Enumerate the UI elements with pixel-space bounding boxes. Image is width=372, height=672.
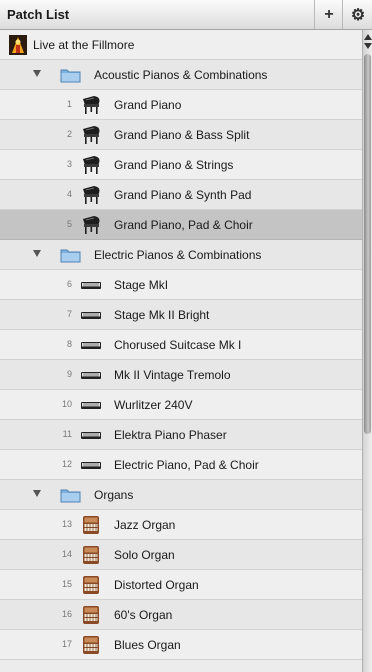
folder-icon [60, 247, 81, 263]
patch-number: 7 [66, 309, 72, 319]
patch-number: 1 [66, 99, 72, 109]
grand-piano-icon [80, 95, 102, 115]
action-menu-button[interactable]: ⚙ [342, 0, 372, 29]
patch-label: Mk II Vintage Tremolo [114, 368, 231, 382]
patch-folder-row[interactable]: Electric Pianos & Combinations [0, 240, 362, 270]
organ-icon [80, 545, 102, 565]
patch-label: Distorted Organ [114, 578, 199, 592]
folder-icon [60, 67, 81, 83]
patch-label: Stage MkI [114, 278, 169, 292]
plus-icon: + [324, 5, 334, 23]
patch-label: Grand Piano [114, 98, 182, 112]
patch-row[interactable]: 13 Jazz Organ [0, 510, 362, 540]
grand-piano-icon [80, 125, 102, 145]
grand-piano-icon [80, 155, 102, 175]
patch-label: Elektra Piano Phaser [114, 428, 227, 442]
electric-piano-icon [80, 335, 102, 355]
patch-number: 11 [62, 429, 72, 439]
patch-row[interactable]: 1 Grand Piano [0, 90, 362, 120]
disclosure-triangle-icon[interactable] [33, 70, 41, 77]
disclosure-triangle-icon[interactable] [33, 490, 41, 497]
patch-label: Grand Piano, Pad & Choir [114, 218, 253, 232]
disclosure-triangle-icon[interactable] [33, 250, 41, 257]
patch-number: 6 [66, 279, 72, 289]
electric-piano-icon [80, 455, 102, 475]
patch-row[interactable]: 16 60's Organ [0, 600, 362, 630]
patch-folder-row[interactable]: Acoustic Pianos & Combinations [0, 60, 362, 90]
electric-piano-icon [80, 425, 102, 445]
folder-label: Organs [94, 488, 134, 502]
patch-number: 10 [61, 399, 72, 409]
patch-label: Solo Organ [114, 548, 175, 562]
patch-list-header: Patch List + ⚙ [0, 0, 372, 30]
patch-label: Grand Piano & Synth Pad [114, 188, 252, 202]
patch-list: Live at the Fillmore Acoustic Pianos & Co… [0, 30, 362, 672]
patch-number: 2 [66, 129, 72, 139]
electric-piano-icon [80, 395, 102, 415]
patch-number: 12 [61, 459, 72, 469]
organ-icon [80, 515, 102, 535]
folder-label: Acoustic Pianos & Combinations [94, 68, 268, 82]
patch-label: Blues Organ [114, 638, 181, 652]
panel-title: Patch List [7, 7, 70, 22]
patch-row[interactable]: 15 Distorted Organ [0, 570, 362, 600]
organ-icon [80, 635, 102, 655]
scrollbar-thumb[interactable] [364, 54, 371, 434]
patch-row-selected[interactable]: 5 Grand Piano, Pad & Choir [0, 210, 362, 240]
patch-number: 8 [66, 339, 72, 349]
patch-label: Chorused Suitcase Mk I [114, 338, 242, 352]
grand-piano-icon [80, 215, 102, 235]
patch-label: Jazz Organ [114, 518, 176, 532]
patch-row[interactable]: 9 Mk II Vintage Tremolo [0, 360, 362, 390]
patch-list-panel: Patch List + ⚙ Live at the Fillmore Acous… [0, 0, 372, 672]
patch-number: 3 [66, 159, 72, 169]
patch-row[interactable]: 12 Electric Piano, Pad & Choir [0, 450, 362, 480]
patch-number: 15 [61, 579, 72, 589]
patch-label: Stage Mk II Bright [114, 308, 210, 322]
grand-piano-icon [80, 185, 102, 205]
patch-row[interactable]: 2 Grand Piano & Bass Split [0, 120, 362, 150]
gear-icon: ⚙ [350, 6, 366, 24]
concert-label: Live at the Fillmore [33, 38, 135, 52]
scroll-down-arrow-icon[interactable] [364, 43, 372, 49]
organ-icon [80, 605, 102, 625]
patch-row[interactable]: 14 Solo Organ [0, 540, 362, 570]
patch-label: Wurlitzer 240V [114, 398, 193, 412]
patch-row[interactable]: 17 Blues Organ [0, 630, 362, 660]
electric-piano-icon [80, 275, 102, 295]
add-patch-button[interactable]: + [314, 0, 343, 29]
patch-label: Electric Piano, Pad & Choir [114, 458, 259, 472]
organ-icon [80, 575, 102, 595]
scroll-up-arrow-icon[interactable] [364, 34, 372, 40]
patch-row[interactable]: 11 Elektra Piano Phaser [0, 420, 362, 450]
vertical-scrollbar[interactable] [362, 30, 372, 672]
patch-row[interactable]: 7 Stage Mk II Bright [0, 300, 362, 330]
electric-piano-icon [80, 365, 102, 385]
concert-row[interactable]: Live at the Fillmore [0, 30, 362, 60]
folder-label: Electric Pianos & Combinations [94, 248, 262, 262]
patch-label: 60's Organ [114, 608, 173, 622]
patch-number: 16 [61, 609, 72, 619]
patch-number: 14 [61, 549, 72, 559]
folder-icon [60, 487, 81, 503]
patch-row[interactable]: 4 Grand Piano & Synth Pad [0, 180, 362, 210]
patch-row[interactable]: 3 Grand Piano & Strings [0, 150, 362, 180]
patch-number: 17 [61, 639, 72, 649]
patch-row[interactable]: 6 Stage MkI [0, 270, 362, 300]
electric-piano-icon [80, 305, 102, 325]
patch-number: 13 [61, 519, 72, 529]
patch-number: 4 [66, 189, 72, 199]
patch-number: 5 [66, 219, 72, 229]
patch-row[interactable]: 8 Chorused Suitcase Mk I [0, 330, 362, 360]
concert-icon [9, 35, 31, 55]
patch-number: 9 [66, 369, 72, 379]
patch-label: Grand Piano & Strings [114, 158, 234, 172]
patch-folder-row[interactable]: Organs [0, 480, 362, 510]
patch-row[interactable]: 10 Wurlitzer 240V [0, 390, 362, 420]
patch-label: Grand Piano & Bass Split [114, 128, 250, 142]
